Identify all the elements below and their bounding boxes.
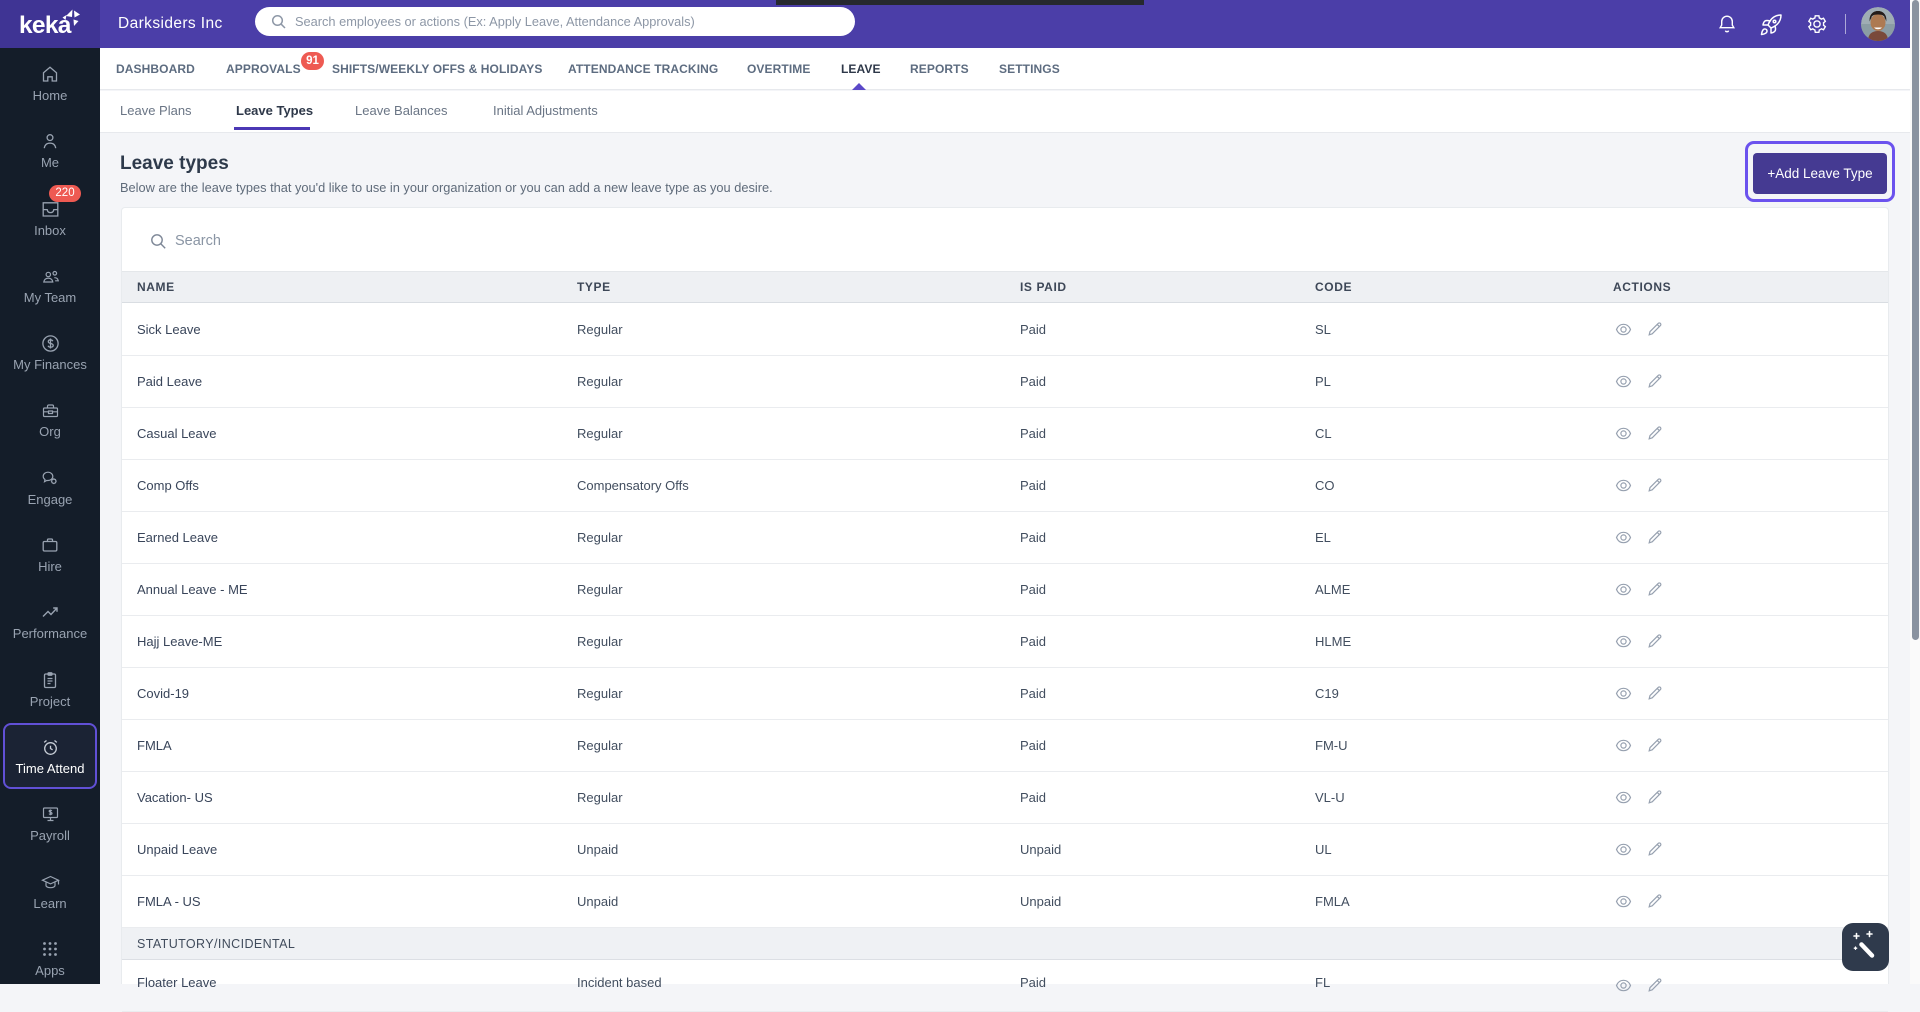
svg-text:keka: keka [19, 12, 72, 39]
